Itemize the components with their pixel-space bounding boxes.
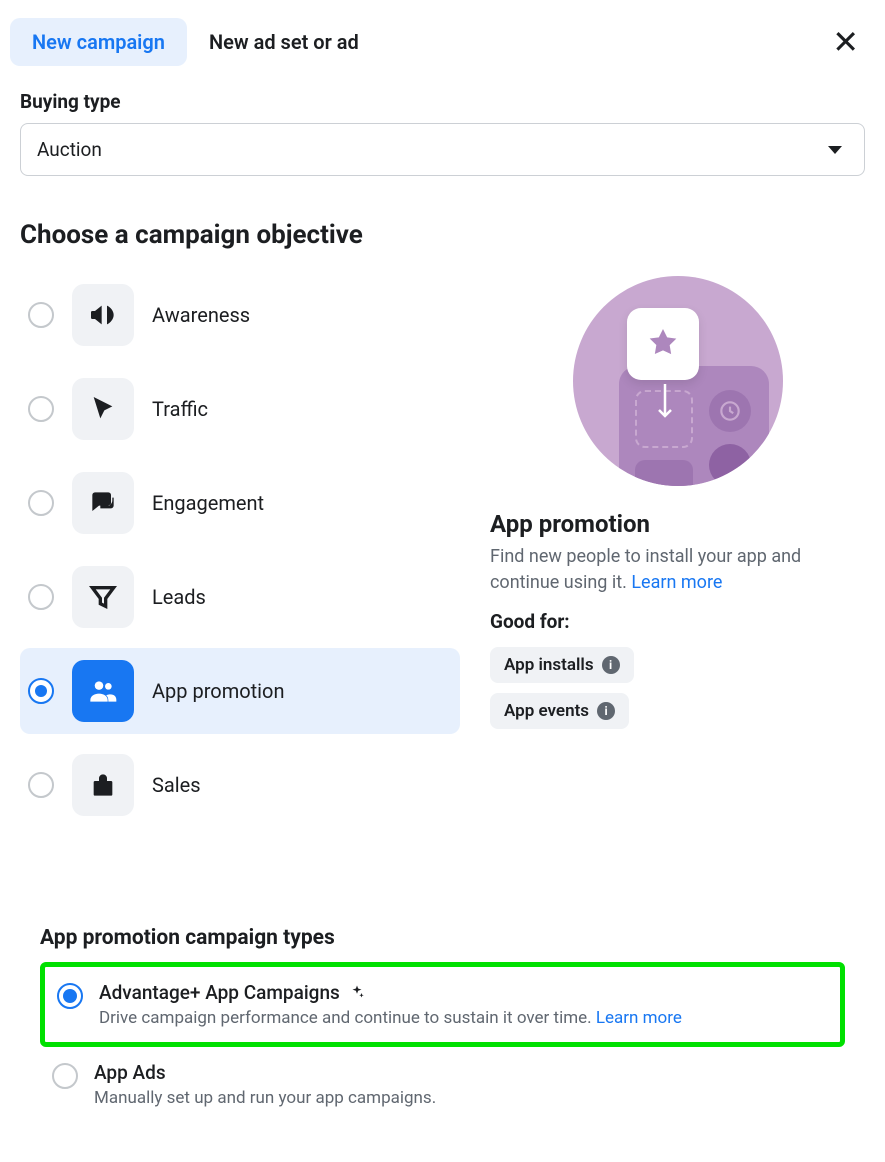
objective-app-promotion[interactable]: App promotion	[20, 648, 460, 734]
app-promotion-illustration	[573, 276, 783, 486]
objective-leads[interactable]: Leads	[20, 554, 460, 640]
buying-type-value: Auction	[37, 138, 102, 161]
buying-type-select[interactable]: Auction	[20, 123, 865, 176]
advantage-title: Advantage+ App Campaigns	[99, 981, 340, 1004]
objective-heading: Choose a campaign objective	[20, 220, 865, 250]
info-icon: i	[597, 702, 615, 720]
radio-advantage[interactable]	[57, 983, 83, 1009]
good-for-label: Good for:	[490, 610, 865, 633]
funnel-icon	[72, 566, 134, 628]
objective-label: Traffic	[152, 397, 208, 421]
campaign-type-advantage[interactable]: Advantage+ App Campaigns Drive campaign …	[40, 962, 845, 1047]
app-ads-desc: Manually set up and run your app campaig…	[94, 1088, 833, 1108]
radio-app-ads[interactable]	[52, 1063, 78, 1089]
objective-label: App promotion	[152, 679, 285, 703]
detail-title: App promotion	[490, 510, 865, 538]
sparkle-icon	[348, 984, 366, 1002]
learn-more-link[interactable]: Learn more	[596, 1008, 682, 1028]
buying-type-label: Buying type	[20, 90, 865, 113]
radio-sales[interactable]	[28, 772, 54, 798]
tab-new-campaign[interactable]: New campaign	[10, 18, 187, 66]
objective-label: Leads	[152, 585, 206, 609]
bag-icon	[72, 754, 134, 816]
detail-description: Find new people to install your app and …	[490, 544, 865, 596]
learn-more-link[interactable]: Learn more	[631, 572, 722, 593]
megaphone-icon	[72, 284, 134, 346]
objective-engagement[interactable]: Engagement	[20, 460, 460, 546]
radio-awareness[interactable]	[28, 302, 54, 328]
advantage-desc: Drive campaign performance and continue …	[99, 1008, 828, 1028]
objective-detail-panel: App promotion Find new people to install…	[490, 272, 865, 836]
chat-icon	[72, 472, 134, 534]
objective-awareness[interactable]: Awareness	[20, 272, 460, 358]
cursor-icon	[72, 378, 134, 440]
campaign-types-section: App promotion campaign types Advantage+ …	[0, 926, 885, 1162]
info-icon: i	[602, 656, 620, 674]
chip-app-events[interactable]: App events i	[490, 693, 629, 729]
radio-traffic[interactable]	[28, 396, 54, 422]
campaign-type-app-ads[interactable]: App Ads Manually set up and run your app…	[40, 1047, 845, 1122]
objective-label: Awareness	[152, 303, 250, 327]
objective-sales[interactable]: Sales	[20, 742, 460, 828]
radio-leads[interactable]	[28, 584, 54, 610]
objective-label: Sales	[152, 773, 201, 797]
tab-new-ad-set[interactable]: New ad set or ad	[187, 18, 381, 66]
objective-label: Engagement	[152, 491, 264, 515]
close-icon[interactable]: ✕	[822, 22, 869, 62]
objective-list: Awareness Traffic Engagement	[20, 272, 460, 836]
radio-app-promotion[interactable]	[28, 678, 54, 704]
chevron-down-icon	[828, 146, 842, 154]
top-tabs: New campaign New ad set or ad ✕	[0, 0, 885, 72]
objective-traffic[interactable]: Traffic	[20, 366, 460, 452]
campaign-types-heading: App promotion campaign types	[40, 926, 845, 950]
people-icon	[72, 660, 134, 722]
chip-app-installs[interactable]: App installs i	[490, 647, 634, 683]
app-ads-title: App Ads	[94, 1061, 166, 1084]
radio-engagement[interactable]	[28, 490, 54, 516]
